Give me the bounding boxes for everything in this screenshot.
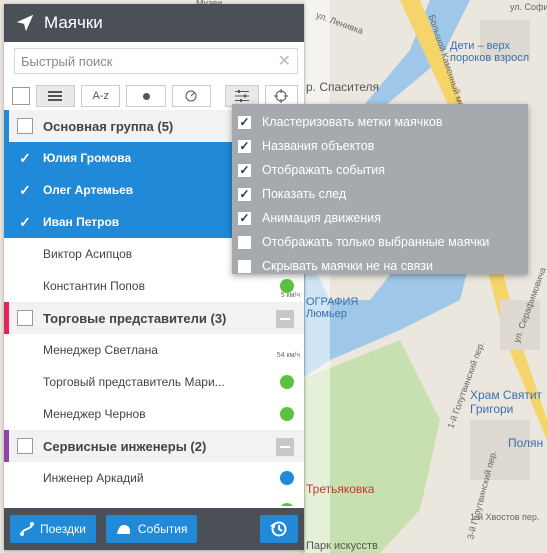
dropdown-option-trail[interactable]: ✓ Показать след <box>232 182 528 206</box>
group-service[interactable]: Сервисные инженеры (2) <box>4 430 304 462</box>
status-filter-button[interactable] <box>126 85 166 107</box>
item-checkbox[interactable] <box>17 470 33 486</box>
history-icon <box>270 521 287 537</box>
status-online-dot <box>280 503 294 506</box>
option-label: Показать след <box>262 187 347 201</box>
group-name: Сервисные инженеры (2) <box>43 438 207 454</box>
group-checkbox[interactable] <box>17 310 33 326</box>
map-label: ОГРАФИЯ Люмьер <box>306 296 359 320</box>
item-checkbox[interactable] <box>17 406 33 422</box>
option-label: Анимация движения <box>262 211 382 225</box>
navigation-arrow-icon <box>16 14 34 32</box>
check-icon[interactable]: ✓ <box>17 150 33 166</box>
group-checkbox[interactable] <box>17 438 33 454</box>
beacon-name: Иван Петров <box>43 215 120 229</box>
unchecked-checkbox[interactable] <box>238 259 251 273</box>
beacon-name: Юлия Громова <box>43 151 132 165</box>
item-checkbox[interactable] <box>17 374 33 390</box>
check-icon[interactable]: ✓ <box>238 163 251 177</box>
map-label: ул. Софи <box>510 2 547 12</box>
list-item[interactable]: Торговый представитель Мари... <box>4 366 304 398</box>
check-icon[interactable]: ✓ <box>238 139 251 153</box>
check-icon[interactable]: ✓ <box>238 187 251 201</box>
clear-icon[interactable]: ✕ <box>278 51 291 71</box>
option-label: Отображать только выбранные маячки <box>262 235 490 249</box>
check-icon[interactable]: ✓ <box>17 182 33 198</box>
collapse-button[interactable] <box>276 310 294 328</box>
trips-button[interactable]: Поездки <box>10 515 96 543</box>
events-icon <box>116 524 130 534</box>
map-label: р. Спасителя <box>306 80 380 94</box>
group-sales[interactable]: Торговые представители (3) <box>4 302 304 334</box>
status-online-dot <box>280 279 294 293</box>
option-label: Кластеризовать метки маячков <box>262 115 443 129</box>
status-online-dot <box>280 407 294 421</box>
item-checkbox[interactable] <box>17 342 33 358</box>
option-label: Отображать события <box>262 163 386 177</box>
dropdown-option-only-selected[interactable]: Отображать только выбранные маячки <box>232 230 528 254</box>
settings-dropdown: ✓ Кластеризовать метки маячков ✓ Названи… <box>232 104 528 274</box>
map-label: Дети – верх пороков взросл <box>450 40 530 64</box>
beacon-name: Виктор Асипцов <box>43 247 133 261</box>
group-name: Торговые представители (3) <box>43 310 227 326</box>
list-view-button[interactable] <box>35 85 76 107</box>
speedometer-icon <box>185 90 197 102</box>
crosshair-icon <box>274 89 289 103</box>
item-checkbox[interactable] <box>17 278 33 294</box>
speed-label: 5 км/ч <box>280 292 300 299</box>
collapse-button[interactable] <box>276 438 294 456</box>
status-online-dot <box>280 375 294 389</box>
status-dot <box>280 471 294 485</box>
map-label: Третьяковка <box>306 482 375 496</box>
check-icon[interactable]: ✓ <box>17 214 33 230</box>
item-checkbox[interactable] <box>17 246 33 262</box>
select-all-checkbox[interactable] <box>12 87 30 105</box>
check-icon[interactable]: ✓ <box>238 211 251 225</box>
events-button[interactable]: События <box>105 515 198 543</box>
dot-icon <box>142 92 150 100</box>
panel-title: Маячки <box>44 13 103 32</box>
panel-header: Маячки <box>4 4 304 42</box>
dropdown-option-events[interactable]: ✓ Отображать события <box>232 158 528 182</box>
map-label: Храм Святит Григори <box>470 388 543 416</box>
speed-filter-button[interactable] <box>171 85 212 107</box>
trips-label: Поездки <box>40 522 86 536</box>
sliders-icon <box>234 90 249 102</box>
beacon-name: Олег Артемьев <box>43 183 134 197</box>
search-input[interactable]: Быстрый поиск ✕ <box>14 48 298 74</box>
map-label: 1-й Хвостов пер. <box>470 512 540 522</box>
minus-icon <box>280 446 290 448</box>
check-icon[interactable]: ✓ <box>238 115 251 129</box>
unchecked-checkbox[interactable] <box>238 235 251 249</box>
minus-icon <box>280 318 290 320</box>
dropdown-option-hide-offline[interactable]: Скрывать маячки не на связи <box>232 254 528 278</box>
dropdown-option-animation[interactable]: ✓ Анимация движения <box>232 206 528 230</box>
option-label: Названия объектов <box>262 139 375 153</box>
route-icon <box>20 522 34 536</box>
dropdown-option-names[interactable]: ✓ Названия объектов <box>232 134 528 158</box>
map-label: Парк искусств <box>306 540 378 552</box>
group-checkbox[interactable] <box>17 118 33 134</box>
events-label: События <box>137 522 188 536</box>
option-label: Скрывать маячки не на связи <box>262 259 433 273</box>
dropdown-option-cluster[interactable]: ✓ Кластеризовать метки маячков <box>232 110 528 134</box>
list-item-partial[interactable] <box>4 494 304 506</box>
beacon-name: Менеджер Светлана <box>43 343 158 357</box>
history-button[interactable] <box>260 515 298 543</box>
list-item[interactable]: Инженер Аркадий <box>4 462 304 494</box>
speed-label: 54 км/ч <box>276 352 300 359</box>
list-icon <box>48 91 63 101</box>
sort-alphabet-button[interactable]: A-z <box>81 85 121 107</box>
beacon-name: Константин Попов <box>43 279 145 293</box>
list-item[interactable]: Менеджер Светлана 54 км/ч <box>4 334 304 366</box>
search-placeholder: Быстрый поиск <box>21 53 113 69</box>
group-name: Основная группа (5) <box>43 118 174 134</box>
list-item[interactable]: Менеджер Чернов <box>4 398 304 430</box>
beacon-name: Менеджер Чернов <box>43 407 146 421</box>
beacon-name: Инженер Аркадий <box>43 471 144 485</box>
beacon-name: Торговый представитель Мари... <box>43 375 225 389</box>
map-label: Полян <box>508 436 544 450</box>
bottom-bar: Поездки События <box>4 508 304 550</box>
